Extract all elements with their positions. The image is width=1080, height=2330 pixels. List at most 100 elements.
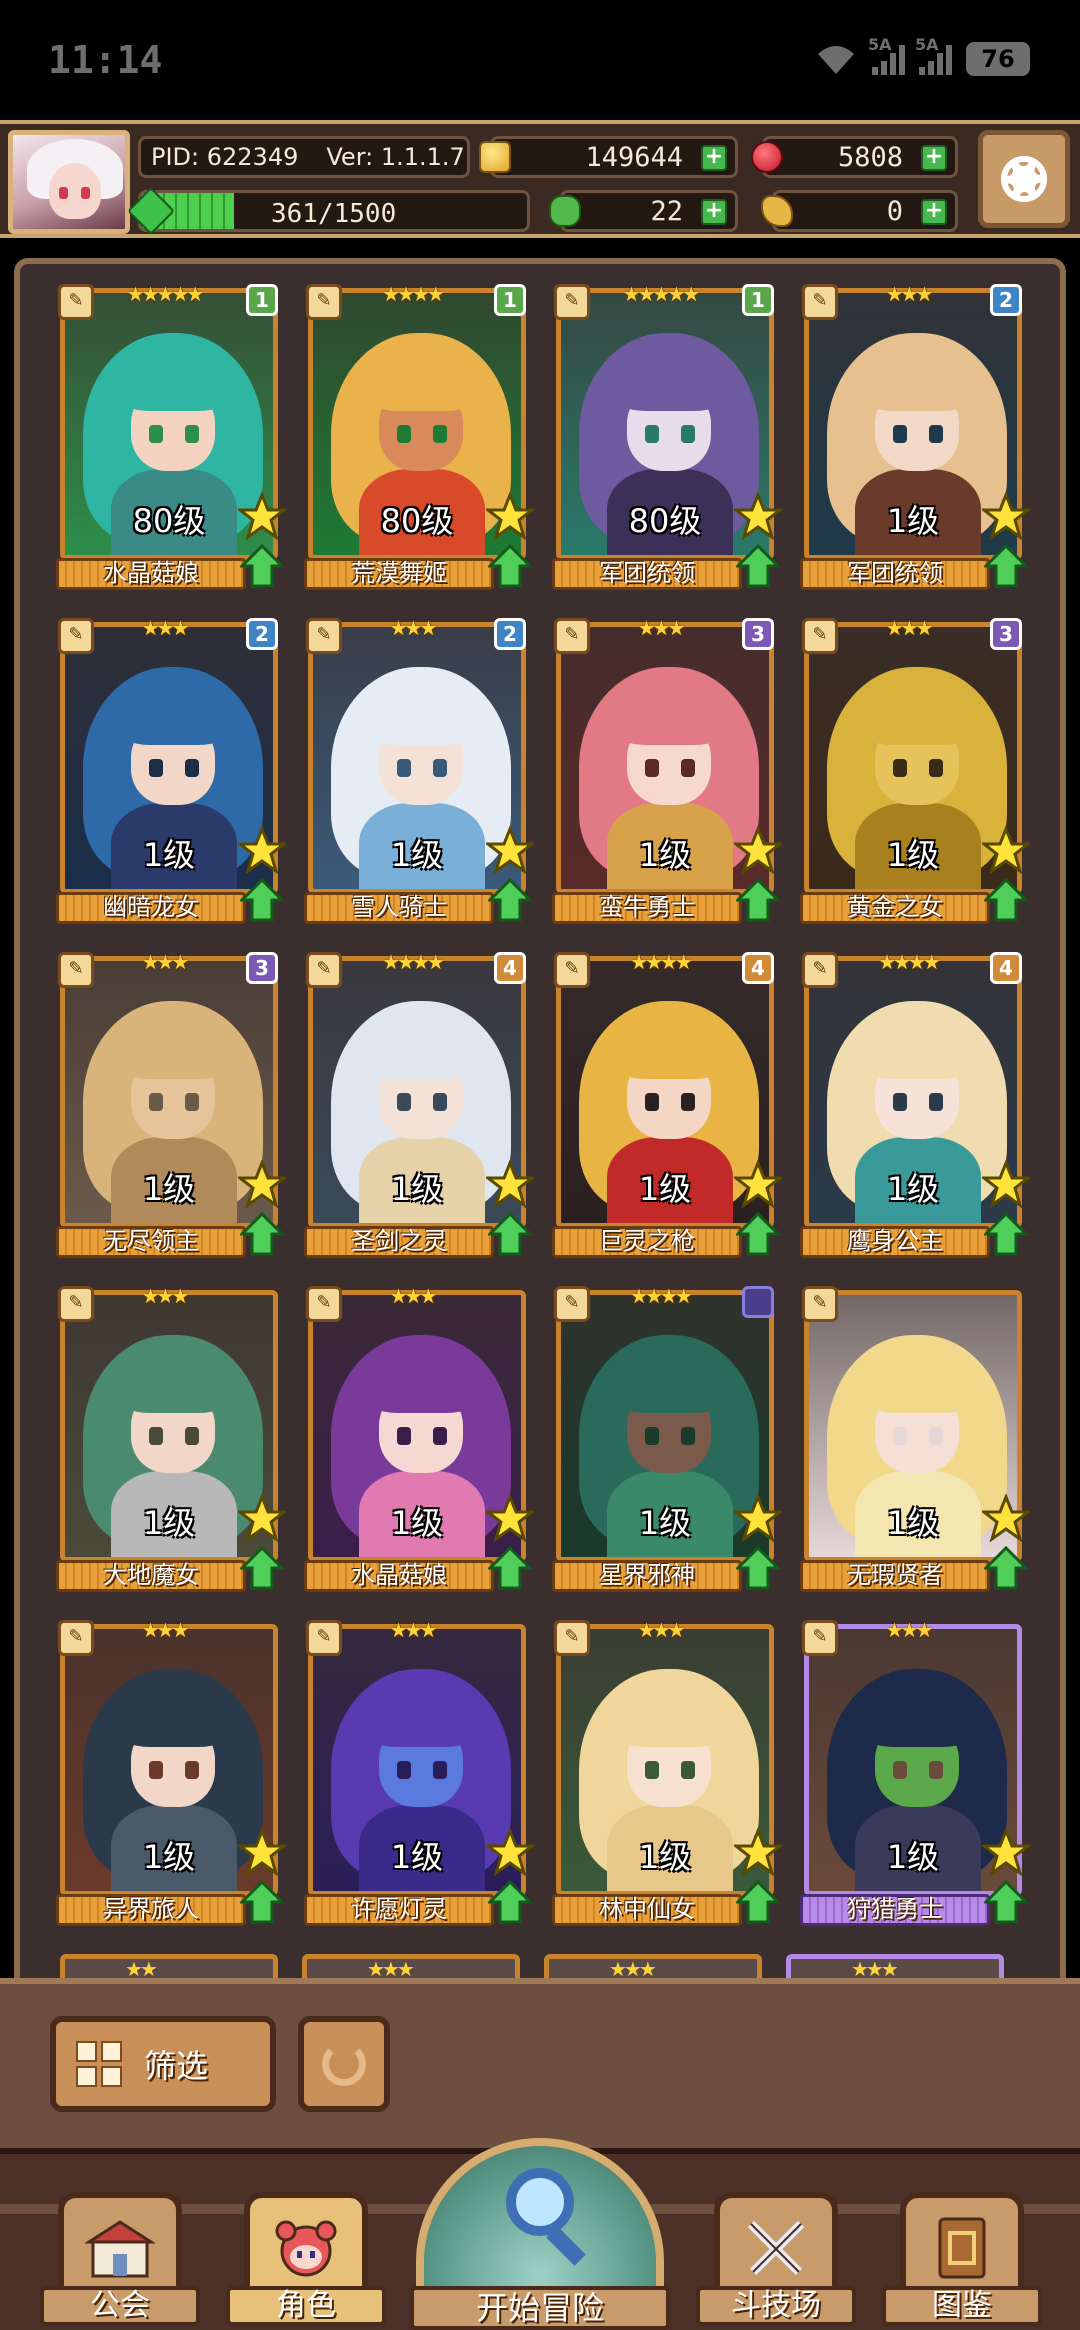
star-icon xyxy=(238,826,286,874)
star-rating: ★★★ xyxy=(389,616,438,640)
upgrade-arrow-icon[interactable] xyxy=(984,878,1028,922)
star-icon xyxy=(982,492,1030,540)
character-card[interactable]: ✎ ★★★ 1级 许愿灯灵 xyxy=(302,1618,534,1926)
status-icons: 5A 5A 76 xyxy=(814,35,1030,76)
nav-guild[interactable]: 公会 xyxy=(40,2176,200,2326)
star-icon xyxy=(982,1828,1030,1876)
character-card[interactable]: ✎ ★★★★ 1 80级 荒漠舞姬 xyxy=(302,282,534,590)
add-gem-button[interactable]: + xyxy=(921,145,947,171)
nav-guild-label: 公会 xyxy=(40,2286,200,2326)
upgrade-arrow-icon[interactable] xyxy=(984,544,1028,588)
character-name: 许愿灯灵 xyxy=(304,1894,494,1926)
upgrade-arrow-icon[interactable] xyxy=(240,1880,284,1924)
upgrade-arrow-icon[interactable] xyxy=(488,544,532,588)
refresh-button[interactable] xyxy=(298,2016,390,2112)
element-icon: ✎ xyxy=(554,952,590,988)
clock: 11:14 xyxy=(48,38,163,82)
upgrade-arrow-icon[interactable] xyxy=(240,1212,284,1256)
character-card[interactable]: ✎ ★★★★★ 1 80级 水晶菇娘 xyxy=(54,282,286,590)
gold-amount: 149644 xyxy=(585,141,683,173)
character-card[interactable]: ✎ ★★★★ 4 1级 圣剑之灵 xyxy=(302,950,534,1258)
start-adventure-label: 开始冒险 xyxy=(410,2286,670,2330)
character-card[interactable]: ✎ ★★★ 3 1级 无尽领主 xyxy=(54,950,286,1258)
gem-amount: 5808 xyxy=(837,141,903,173)
magnifier-icon xyxy=(506,2168,574,2236)
key-counter: 0 + xyxy=(761,190,958,232)
character-card[interactable]: ✎ ★★★★★ 1 80级 军团统领 xyxy=(550,282,782,590)
rank-badge: 2 xyxy=(990,284,1022,316)
character-card[interactable]: ✎ ★★★ 3 1级 蛮牛勇士 xyxy=(550,616,782,924)
upgrade-arrow-icon[interactable] xyxy=(488,1546,532,1590)
character-name: 星界邪神 xyxy=(552,1560,742,1592)
character-name: 幽暗龙女 xyxy=(56,892,246,924)
player-avatar[interactable] xyxy=(8,130,130,234)
rank-badge: 4 xyxy=(742,952,774,984)
gear-icon xyxy=(1001,156,1047,202)
start-adventure-button[interactable]: 开始冒险 xyxy=(410,2138,670,2330)
upgrade-arrow-icon[interactable] xyxy=(736,878,780,922)
upgrade-arrow-icon[interactable] xyxy=(240,544,284,588)
upgrade-arrow-icon[interactable] xyxy=(736,1212,780,1256)
character-card[interactable]: ✎ ★★★ 1级 大地魔女 xyxy=(54,1284,286,1592)
star-icon xyxy=(486,1160,534,1208)
star-rating: ★★★★★ xyxy=(126,282,205,306)
element-icon: ✎ xyxy=(58,618,94,654)
star-icon xyxy=(734,826,782,874)
nav-arena[interactable]: 斗技场 xyxy=(696,2176,856,2326)
add-key-button[interactable]: + xyxy=(921,199,947,225)
element-icon: ✎ xyxy=(554,618,590,654)
character-card[interactable]: ✎ ★★★★ 1级 星界邪神 xyxy=(550,1284,782,1592)
character-name: 圣剑之灵 xyxy=(304,1226,494,1258)
character-card[interactable]: ✎ ★★★ 1级 林中仙女 xyxy=(550,1618,782,1926)
filter-button[interactable]: 筛选 xyxy=(50,2016,276,2112)
element-icon: ✎ xyxy=(802,618,838,654)
upgrade-arrow-icon[interactable] xyxy=(984,1880,1028,1924)
add-gold-button[interactable]: + xyxy=(701,145,727,171)
star-rating: ★★★★ xyxy=(630,1284,693,1308)
character-card[interactable]: ✎ ★★★ 1级 水晶菇娘 xyxy=(302,1284,534,1592)
battery-icon: 76 xyxy=(966,42,1030,76)
character-name: 雪人骑士 xyxy=(304,892,494,924)
settings-button[interactable] xyxy=(978,130,1070,228)
element-icon: ✎ xyxy=(306,952,342,988)
character-card[interactable]: ✎ ★★★ 1级 狩猎勇士 xyxy=(798,1618,1030,1926)
upgrade-arrow-icon[interactable] xyxy=(736,544,780,588)
nav-codex-label: 图鉴 xyxy=(882,2286,1042,2326)
gold-counter: 149644 + xyxy=(479,136,738,178)
rank-badge: 2 xyxy=(246,618,278,650)
rank-badge: 1 xyxy=(742,284,774,316)
star-icon xyxy=(486,1828,534,1876)
element-icon: ✎ xyxy=(554,1620,590,1656)
character-card[interactable]: ✎ ★★★★ 4 1级 鹰身公主 xyxy=(798,950,1030,1258)
nav-character-label: 角色 xyxy=(226,2286,386,2326)
character-card[interactable]: ✎ ★★★ 2 1级 军团统领 xyxy=(798,282,1030,590)
upgrade-arrow-icon[interactable] xyxy=(488,1212,532,1256)
character-card[interactable]: ✎ ★★★★ 4 1级 巨灵之枪 xyxy=(550,950,782,1258)
upgrade-arrow-icon[interactable] xyxy=(736,1546,780,1590)
pid-version-panel: PID: 622349 Ver: 1.1.1.7 xyxy=(138,136,470,178)
star-rating: ★★★ xyxy=(141,1284,190,1308)
upgrade-arrow-icon[interactable] xyxy=(240,878,284,922)
rank-badge: 3 xyxy=(742,618,774,650)
add-clover-button[interactable]: + xyxy=(701,199,727,225)
character-card[interactable]: ✎ ★★★ 1级 异界旅人 xyxy=(54,1618,286,1926)
upgrade-arrow-icon[interactable] xyxy=(984,1546,1028,1590)
upgrade-arrow-icon[interactable] xyxy=(488,1880,532,1924)
upgrade-arrow-icon[interactable] xyxy=(488,878,532,922)
character-roster-panel: ✎ ★★★★★ 1 80级 水晶菇娘 ✎ ★★★★ 1 80级 荒漠舞姬 ✎ ★… xyxy=(14,258,1066,1993)
upgrade-arrow-icon[interactable] xyxy=(984,1212,1028,1256)
character-card[interactable]: ✎ ★★★ 3 1级 黄金之女 xyxy=(798,616,1030,924)
element-icon: ✎ xyxy=(802,952,838,988)
character-card[interactable]: ✎ ★★★ 2 1级 幽暗龙女 xyxy=(54,616,286,924)
character-card[interactable]: ✎ ★★★ 2 1级 雪人骑士 xyxy=(302,616,534,924)
upgrade-arrow-icon[interactable] xyxy=(240,1546,284,1590)
character-card[interactable]: ✎ 1级 无瑕贤者 xyxy=(798,1284,1030,1592)
star-icon xyxy=(982,1494,1030,1542)
character-name: 大地魔女 xyxy=(56,1560,246,1592)
element-icon: ✎ xyxy=(802,1286,838,1322)
element-icon: ✎ xyxy=(802,284,838,320)
upgrade-arrow-icon[interactable] xyxy=(736,1880,780,1924)
nav-character[interactable]: 角色 xyxy=(226,2176,386,2326)
status-bar: 11:14 5A 5A 76 xyxy=(0,0,1080,120)
nav-codex[interactable]: 图鉴 xyxy=(882,2176,1042,2326)
